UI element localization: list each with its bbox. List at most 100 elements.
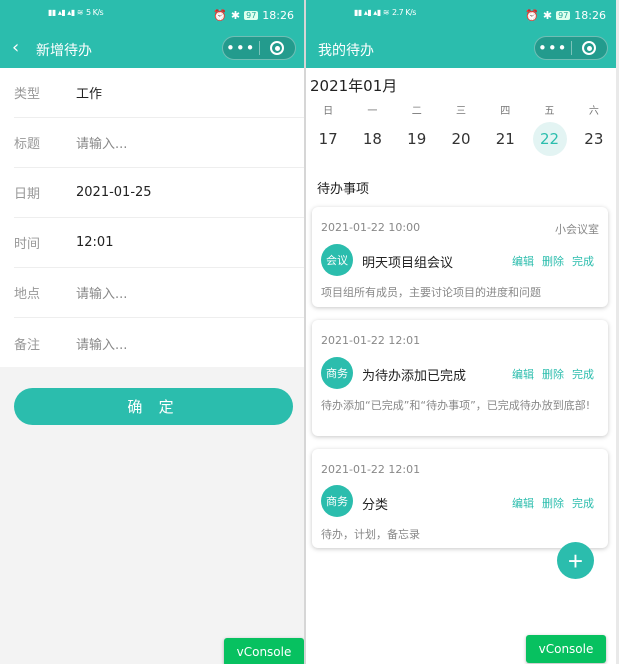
chevron-left-icon[interactable]: ‹	[12, 37, 19, 58]
todo-card[interactable]: 2021-01-22 12:01 商务 分类 编辑 删除 完成 待办，计划，备忘…	[312, 449, 608, 548]
weekday-label: 日	[323, 106, 334, 117]
day-number[interactable]: 19	[400, 122, 434, 156]
todo-form: 类型 工作 标题 请输入... 日期 2021-01-25 时间 12:01 地…	[0, 68, 304, 368]
field-label: 备注	[14, 337, 41, 353]
field-label: 日期	[14, 187, 41, 202]
calendar-day[interactable]: 20	[439, 122, 483, 156]
done-button[interactable]: 完成	[572, 495, 594, 511]
calendar-day[interactable]: 18	[350, 122, 394, 156]
calendar-day[interactable]: 23	[572, 122, 616, 156]
todo-description: 待办添加“已完成”和“待办事项”，已完成待办放到底部!	[321, 399, 591, 412]
form-row-date[interactable]: 日期 2021-01-25	[14, 168, 304, 218]
bluetooth-icon: ✱	[230, 9, 241, 22]
vconsole-button[interactable]: vConsole	[224, 638, 304, 664]
calendar-day-selected[interactable]: 22	[527, 122, 571, 156]
day-number[interactable]: 18	[355, 122, 389, 156]
time-picker[interactable]: 12:01	[76, 235, 113, 250]
weekday-header: 日 一 二 三 四 五 六	[306, 102, 616, 117]
category-badge: 商务	[321, 485, 353, 517]
todo-card[interactable]: 2021-01-22 12:01 商务 为待办添加已完成 编辑 删除 完成 待办…	[312, 320, 608, 436]
form-row-note[interactable]: 备注 请输入...	[14, 318, 304, 368]
signal-icon: ▮▮ ▴▮ ▴▮ ≋	[48, 8, 83, 17]
miniprogram-capsule: •••	[222, 36, 296, 60]
done-button[interactable]: 完成	[572, 366, 594, 382]
weekday-label: 三	[455, 106, 466, 117]
day-number[interactable]: 22	[532, 122, 567, 156]
todo-place: 小会议室	[555, 223, 599, 236]
add-todo-screen: ▮▮ ▴▮ ▴▮ ≋ 5 K/s ⏰ ✱ 97 18:26 ‹ 新增待办 •••…	[0, 0, 304, 664]
weekday-label: 六	[588, 106, 599, 117]
nav-bar: 我的待办 •••	[306, 30, 616, 68]
weekday-label: 四	[500, 106, 511, 117]
day-number[interactable]: 21	[488, 122, 522, 156]
network-speed: 2.7 K/s	[391, 8, 416, 17]
my-todos-screen: ▮▮ ▴▮ ▴▮ ≋ 2.7 K/s ⏰ ✱ 97 18:26 我的待办 •••…	[306, 0, 616, 664]
form-row-time[interactable]: 时间 12:01	[14, 218, 304, 268]
weekday-label: 五	[544, 106, 555, 117]
form-row-type[interactable]: 类型 工作	[14, 68, 304, 118]
day-number[interactable]: 23	[577, 122, 611, 156]
signal-icon: ▮▮ ▴▮ ▴▮ ≋	[354, 8, 389, 17]
calendar-month: 2021年01月	[310, 77, 398, 95]
plus-icon[interactable]: +	[557, 542, 594, 579]
network-speed: 5 K/s	[85, 8, 104, 17]
page-title: 我的待办	[318, 43, 374, 59]
field-label: 标题	[14, 137, 41, 152]
date-picker[interactable]: 2021-01-25	[76, 185, 152, 200]
form-row-title[interactable]: 标题 请输入...	[14, 118, 304, 168]
section-title: 待办事项	[317, 182, 370, 197]
vconsole-button[interactable]: vConsole	[526, 635, 606, 663]
place-input[interactable]: 请输入...	[76, 283, 127, 302]
todo-description: 待办，计划，备忘录	[321, 528, 420, 541]
day-number[interactable]: 20	[444, 122, 478, 156]
todo-time: 2021-01-22 12:01	[321, 463, 421, 476]
field-label: 类型	[14, 87, 41, 102]
edit-button[interactable]: 编辑	[512, 366, 534, 382]
edit-button[interactable]: 编辑	[512, 495, 534, 511]
miniprogram-capsule: •••	[534, 36, 608, 60]
more-dots-icon[interactable]: •••	[535, 41, 571, 56]
todo-description: 项目组所有成员，主要讨论项目的进度和问题	[321, 286, 541, 299]
todo-title: 明天项目组会议	[362, 256, 454, 271]
form-row-place[interactable]: 地点 请输入...	[14, 268, 304, 318]
signal-indicators: ▮▮ ▴▮ ▴▮ ≋ 2.7 K/s	[354, 8, 416, 17]
page-title: 新增待办	[36, 43, 92, 59]
delete-button[interactable]: 删除	[542, 495, 564, 511]
category-badge: 商务	[321, 357, 353, 389]
type-select[interactable]: 工作	[76, 83, 102, 102]
calendar-day[interactable]: 17	[306, 122, 350, 156]
delete-button[interactable]: 删除	[542, 253, 564, 269]
todo-title: 分类	[362, 498, 389, 513]
todo-card[interactable]: 2021-01-22 10:00 小会议室 会议 明天项目组会议 编辑 删除 完…	[312, 207, 608, 307]
signal-indicators: ▮▮ ▴▮ ▴▮ ≋ 5 K/s	[48, 8, 104, 17]
target-icon[interactable]	[259, 41, 295, 55]
status-bar: ▮▮ ▴▮ ▴▮ ≋ 2.7 K/s ⏰ ✱ 97 18:26	[306, 0, 616, 30]
field-label: 地点	[14, 287, 41, 302]
note-input[interactable]: 请输入...	[76, 334, 127, 353]
battery-indicator: 97	[556, 11, 571, 20]
target-icon[interactable]	[571, 41, 607, 55]
alarm-icon: ⏰	[525, 9, 539, 22]
done-button[interactable]: 完成	[572, 253, 594, 269]
alarm-icon: ⏰	[213, 9, 227, 22]
todo-title: 为待办添加已完成	[362, 369, 467, 384]
bluetooth-icon: ✱	[542, 9, 553, 22]
clock: 18:26	[262, 9, 294, 22]
category-badge: 会议	[321, 244, 353, 276]
weekday-label: 二	[411, 106, 422, 117]
todo-time: 2021-01-22 10:00	[321, 221, 421, 234]
calendar-day[interactable]: 21	[483, 122, 527, 156]
calendar-day[interactable]: 19	[395, 122, 439, 156]
confirm-button[interactable]: 确 定	[14, 388, 293, 425]
title-input[interactable]: 请输入...	[76, 133, 127, 152]
todo-time: 2021-01-22 12:01	[321, 334, 421, 347]
calendar-week: 17 18 19 20 21 22 23	[306, 122, 616, 156]
clock: 18:26	[574, 9, 606, 22]
weekday-label: 一	[367, 106, 378, 117]
day-number[interactable]: 17	[311, 122, 345, 156]
delete-button[interactable]: 删除	[542, 366, 564, 382]
more-dots-icon[interactable]: •••	[223, 41, 259, 56]
edit-button[interactable]: 编辑	[512, 253, 534, 269]
field-label: 时间	[14, 237, 41, 252]
battery-indicator: 97	[244, 11, 259, 20]
